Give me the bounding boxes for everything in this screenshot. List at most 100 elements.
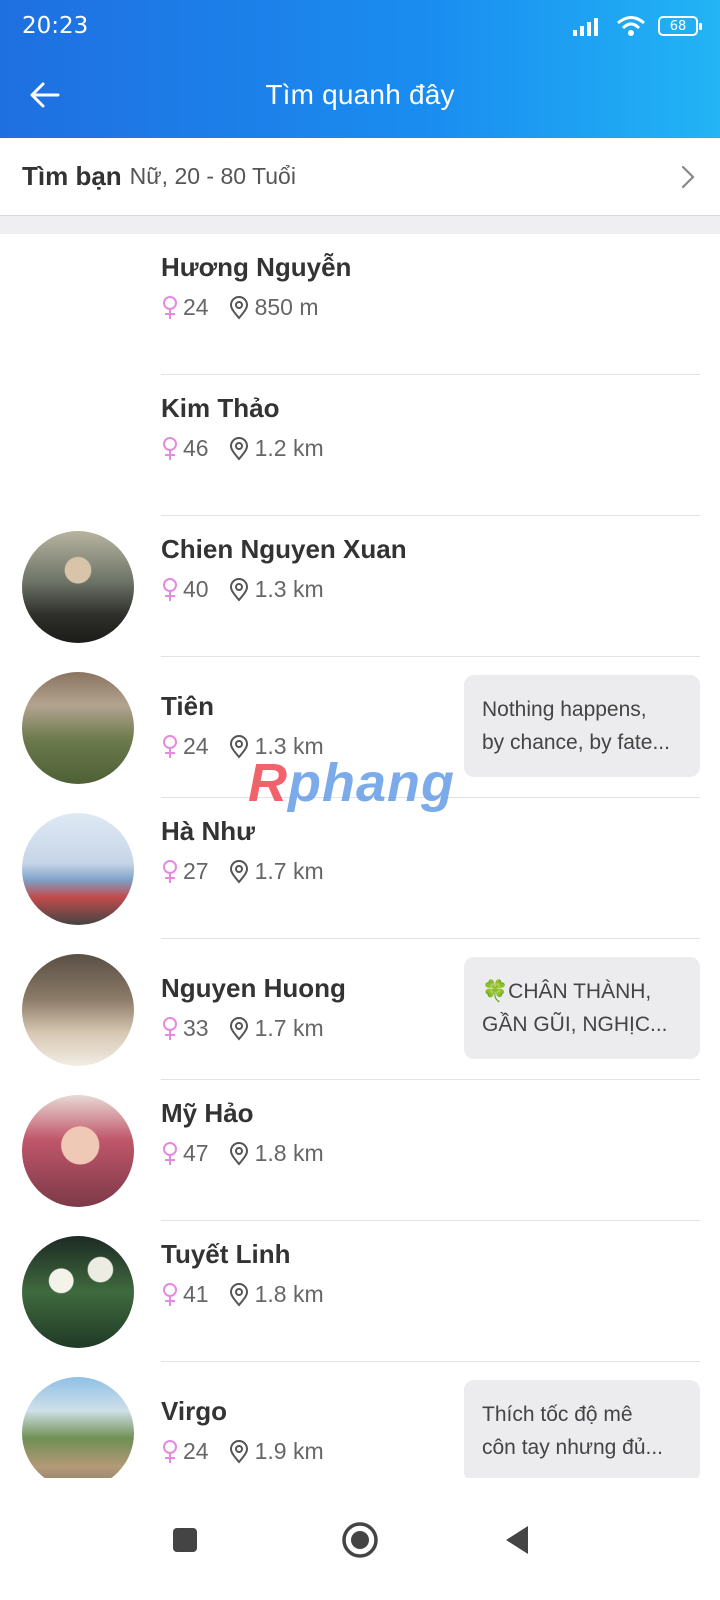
list-item[interactable]: Hà Như 27 1.7 km <box>0 798 720 939</box>
person-distance: 1.8 km <box>254 1281 324 1307</box>
person-distance: 1.3 km <box>254 576 324 602</box>
female-icon <box>163 859 177 883</box>
status-bubble[interactable]: Nothing happens, by chance, by fate... <box>464 675 700 777</box>
person-meta: 24 1.9 km <box>161 1438 324 1465</box>
person-distance: 850 m <box>254 294 319 320</box>
person-age: 24 <box>183 1438 209 1464</box>
system-nav-bar <box>0 1478 720 1600</box>
location-pin-icon <box>229 436 248 461</box>
back-triangle-icon <box>506 1526 528 1554</box>
signal-icon <box>573 18 598 36</box>
person-age: 24 <box>183 733 209 759</box>
filter-criteria: Nữ, 20 - 80 Tuổi <box>129 163 296 189</box>
avatar[interactable] <box>22 954 134 1066</box>
person-name: Nguyen Huong <box>161 973 346 1003</box>
location-pin-icon <box>229 295 248 320</box>
page-title: Tìm quanh đây <box>265 79 455 110</box>
female-icon <box>163 577 177 601</box>
status-icons: 68 <box>572 15 702 37</box>
person-age: 46 <box>183 435 209 461</box>
location-pin-icon <box>229 734 248 759</box>
person-distance: 1.7 km <box>254 1015 324 1041</box>
location-pin-icon <box>229 1141 248 1166</box>
list-item[interactable]: Nguyen Huong 33 1.7 km 🍀CHÂN THÀNH, GẦN GŨI,… <box>0 939 720 1080</box>
section-divider <box>0 216 720 234</box>
people-list: Hương Nguyễn 24 850 m Kim Thảo 46 1.2 km Chien… <box>0 234 720 1503</box>
avatar[interactable] <box>22 1236 134 1348</box>
list-item[interactable]: Hương Nguyễn 24 850 m <box>0 234 720 375</box>
person-meta: 27 1.7 km <box>161 858 324 885</box>
person-age: 40 <box>183 576 209 602</box>
filter-label: Tìm bạn <box>22 161 122 191</box>
location-pin-icon <box>229 859 248 884</box>
person-name: Chien Nguyen Xuan <box>161 534 407 564</box>
location-pin-icon <box>229 1439 248 1464</box>
battery-level: 68 <box>669 18 687 34</box>
person-meta: 47 1.8 km <box>161 1140 324 1167</box>
wifi-icon <box>617 16 645 36</box>
app-header: Tìm quanh đây <box>0 52 720 138</box>
female-icon <box>163 436 177 460</box>
recents-button[interactable] <box>155 1510 215 1570</box>
chevron-right-icon <box>681 165 695 188</box>
female-icon <box>163 1141 177 1165</box>
female-icon <box>163 1439 177 1463</box>
back-arrow-icon <box>30 82 60 108</box>
location-pin-icon <box>229 1016 248 1041</box>
avatar[interactable] <box>22 813 134 925</box>
status-text: GẦN GŨI, NGHỊC... <box>482 1013 668 1036</box>
person-name: Hà Như <box>161 816 255 846</box>
status-bubble[interactable]: Thích tốc độ mê côn tay nhưng đủ... <box>464 1380 700 1482</box>
person-name: Hương Nguyễn <box>161 252 352 282</box>
person-age: 24 <box>183 294 209 320</box>
status-time: 20:23 <box>22 13 89 39</box>
avatar[interactable] <box>22 531 134 643</box>
status-text: 🍀CHÂN THÀNH, <box>482 980 652 1003</box>
avatar[interactable] <box>22 1377 134 1489</box>
female-icon <box>163 1016 177 1040</box>
person-meta: 40 1.3 km <box>161 576 324 603</box>
person-name: Virgo <box>161 1396 227 1426</box>
status-bubble[interactable]: 🍀CHÂN THÀNH, GẦN GŨI, NGHỊC... <box>464 957 700 1059</box>
list-item[interactable]: Mỹ Hảo 47 1.8 km <box>0 1080 720 1221</box>
female-icon <box>163 1282 177 1306</box>
female-icon <box>163 734 177 758</box>
status-text: by chance, by fate... <box>482 731 670 754</box>
person-meta: 33 1.7 km <box>161 1015 324 1042</box>
person-age: 41 <box>183 1281 209 1307</box>
status-bar: 20:23 68 <box>0 0 720 52</box>
person-name: Tuyết Linh <box>161 1239 291 1269</box>
nav-back-button[interactable] <box>487 1510 547 1570</box>
person-name: Tiên <box>161 691 214 721</box>
status-text: Thích tốc độ mê <box>482 1403 633 1426</box>
person-distance: 1.3 km <box>254 733 324 759</box>
person-age: 33 <box>183 1015 209 1041</box>
list-item[interactable]: Tuyết Linh 41 1.8 km <box>0 1221 720 1362</box>
home-button[interactable] <box>330 1510 390 1570</box>
location-pin-icon <box>229 577 248 602</box>
female-icon <box>163 295 177 319</box>
person-age: 47 <box>183 1140 209 1166</box>
list-item[interactable]: Tiên 24 1.3 km Nothing happens, by chance, b… <box>0 657 720 798</box>
person-distance: 1.9 km <box>254 1438 324 1464</box>
person-meta: 24 850 m <box>161 294 319 321</box>
person-meta: 46 1.2 km <box>161 435 324 462</box>
person-meta: 24 1.3 km <box>161 733 324 760</box>
battery-indicator: 68 <box>658 16 702 36</box>
person-distance: 1.7 km <box>254 858 324 884</box>
person-meta: 41 1.8 km <box>161 1281 324 1308</box>
location-pin-icon <box>229 1282 248 1307</box>
person-distance: 1.2 km <box>254 435 324 461</box>
status-text: côn tay nhưng đủ... <box>482 1436 664 1459</box>
person-distance: 1.8 km <box>254 1140 324 1166</box>
person-age: 27 <box>183 858 209 884</box>
home-circle-icon <box>342 1522 378 1558</box>
back-button[interactable] <box>24 74 66 116</box>
list-item[interactable]: Kim Thảo 46 1.2 km <box>0 375 720 516</box>
person-name: Mỹ Hảo <box>161 1098 254 1128</box>
avatar[interactable] <box>22 672 134 784</box>
filter-row[interactable]: Tìm bạn Nữ, 20 - 80 Tuổi <box>0 138 720 216</box>
recents-square-icon <box>173 1528 197 1552</box>
list-item[interactable]: Chien Nguyen Xuan 40 1.3 km <box>0 516 720 657</box>
avatar[interactable] <box>22 1095 134 1207</box>
